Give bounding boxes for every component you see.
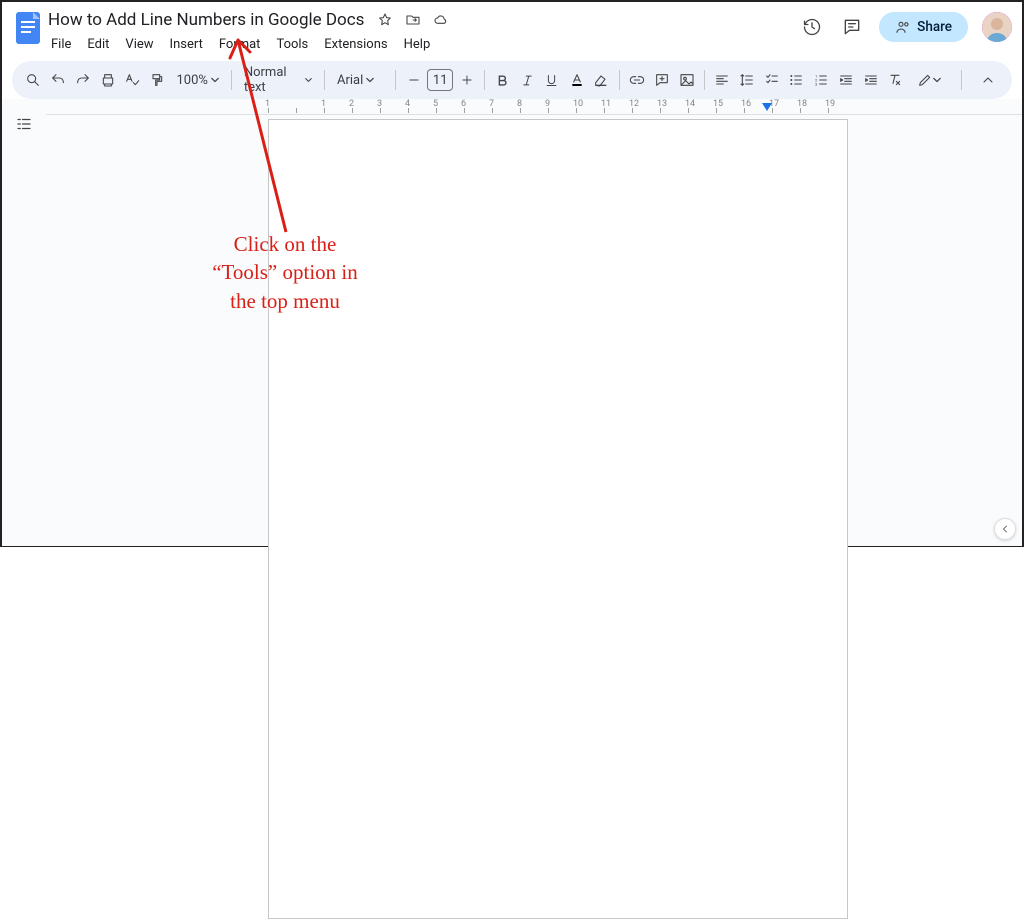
horizontal-ruler[interactable]: 112345678910111213141516171819 xyxy=(46,99,1022,115)
increase-indent-icon[interactable] xyxy=(859,67,882,93)
docs-logo-icon[interactable] xyxy=(12,8,44,48)
separator xyxy=(395,70,396,90)
print-icon[interactable] xyxy=(96,67,119,93)
insert-link-icon[interactable] xyxy=(626,67,649,93)
insert-image-icon[interactable] xyxy=(675,67,698,93)
outline-toggle-icon[interactable] xyxy=(11,111,37,137)
paint-format-icon[interactable] xyxy=(146,67,169,93)
move-icon[interactable] xyxy=(404,11,422,29)
editing-mode-icon[interactable] xyxy=(909,67,949,93)
increase-font-size-icon[interactable] xyxy=(455,67,478,93)
bold-icon[interactable] xyxy=(491,67,514,93)
numbered-list-icon[interactable]: 123 xyxy=(810,67,833,93)
svg-text:3: 3 xyxy=(815,81,817,86)
share-label: Share xyxy=(917,19,952,35)
collapse-toolbar-icon[interactable] xyxy=(974,66,1002,94)
spellcheck-icon[interactable] xyxy=(121,67,144,93)
line-spacing-icon[interactable] xyxy=(736,67,759,93)
align-icon[interactable] xyxy=(711,67,734,93)
share-button[interactable]: Share xyxy=(879,12,968,42)
workspace: 112345678910111213141516171819 xyxy=(2,99,1022,546)
menu-insert[interactable]: Insert xyxy=(163,34,210,55)
search-icon[interactable] xyxy=(22,67,45,93)
checklist-icon[interactable] xyxy=(760,67,783,93)
separator xyxy=(484,70,485,90)
app-header: How to Add Line Numbers in Google Docs F… xyxy=(2,2,1022,55)
annotation-text: Click on the “Tools” option in the top m… xyxy=(180,230,390,315)
decrease-font-size-icon[interactable] xyxy=(402,67,425,93)
menu-view[interactable]: View xyxy=(118,34,160,55)
highlight-color-icon[interactable] xyxy=(590,67,613,93)
font-size-input[interactable]: 11 xyxy=(427,69,454,91)
toolbar-container: 100% Normal text Arial 11 123 xyxy=(2,55,1022,99)
tab-stop-marker-icon[interactable] xyxy=(762,103,772,113)
undo-icon[interactable] xyxy=(47,67,70,93)
menu-file[interactable]: File xyxy=(44,34,78,55)
history-icon[interactable] xyxy=(799,14,825,40)
header-right: Share xyxy=(799,8,1012,42)
title-area: How to Add Line Numbers in Google Docs F… xyxy=(44,8,799,55)
cloud-status-icon[interactable] xyxy=(432,11,450,29)
editor-area: 112345678910111213141516171819 xyxy=(46,99,1022,546)
star-icon[interactable] xyxy=(376,11,394,29)
outline-rail xyxy=(2,99,46,546)
user-avatar[interactable] xyxy=(982,12,1012,42)
expand-panel-icon[interactable] xyxy=(994,518,1016,540)
share-people-icon xyxy=(895,19,911,35)
text-color-icon[interactable] xyxy=(565,67,588,93)
document-title[interactable]: How to Add Line Numbers in Google Docs xyxy=(44,8,368,32)
separator xyxy=(704,70,705,90)
menu-tools[interactable]: Tools xyxy=(269,34,315,55)
toolbar: 100% Normal text Arial 11 123 xyxy=(12,61,1012,99)
menu-help[interactable]: Help xyxy=(397,34,438,55)
separator xyxy=(324,70,325,90)
menu-extensions[interactable]: Extensions xyxy=(317,34,394,55)
bulleted-list-icon[interactable] xyxy=(785,67,808,93)
decrease-indent-icon[interactable] xyxy=(835,67,858,93)
underline-icon[interactable] xyxy=(541,67,564,93)
menu-edit[interactable]: Edit xyxy=(80,34,116,55)
menu-bar: File Edit View Insert Format Tools Exten… xyxy=(44,34,799,55)
paragraph-style-select[interactable]: Normal text xyxy=(238,65,318,95)
menu-format[interactable]: Format xyxy=(212,34,268,55)
italic-icon[interactable] xyxy=(516,67,539,93)
zoom-select[interactable]: 100% xyxy=(171,73,225,88)
comments-icon[interactable] xyxy=(839,14,865,40)
add-comment-icon[interactable] xyxy=(650,67,673,93)
redo-icon[interactable] xyxy=(72,67,95,93)
separator xyxy=(961,70,962,90)
separator xyxy=(231,70,232,90)
clear-formatting-icon[interactable] xyxy=(884,67,907,93)
separator xyxy=(619,70,620,90)
font-family-select[interactable]: Arial xyxy=(331,73,389,88)
